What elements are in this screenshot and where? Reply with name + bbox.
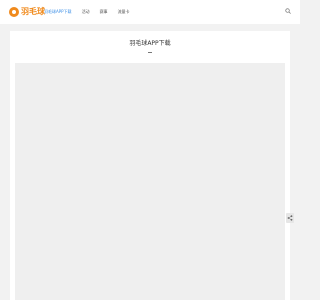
- page-title: 羽毛球APP下载: [129, 40, 171, 47]
- main-panel: 羽毛球APP下载: [10, 31, 290, 300]
- title-underline: [148, 52, 152, 53]
- nav-item-events[interactable]: 赛事: [100, 0, 108, 24]
- share-button[interactable]: [286, 213, 294, 223]
- main-nav: 羽毛球APP下载 活动 赛事 流量卡: [44, 0, 140, 24]
- search-icon[interactable]: [285, 8, 291, 14]
- content-area: [15, 63, 285, 300]
- site-header: 羽毛球 羽毛球APP下载 活动 赛事 流量卡: [0, 0, 300, 24]
- logo-icon: [9, 7, 19, 17]
- nav-item-app-download[interactable]: 羽毛球APP下载: [44, 0, 72, 24]
- logo-text: 羽毛球: [21, 7, 45, 16]
- site-logo[interactable]: 羽毛球: [9, 5, 45, 19]
- nav-item-data-card[interactable]: 流量卡: [118, 0, 130, 24]
- share-icon: [287, 215, 293, 221]
- nav-item-activity[interactable]: 活动: [82, 0, 90, 24]
